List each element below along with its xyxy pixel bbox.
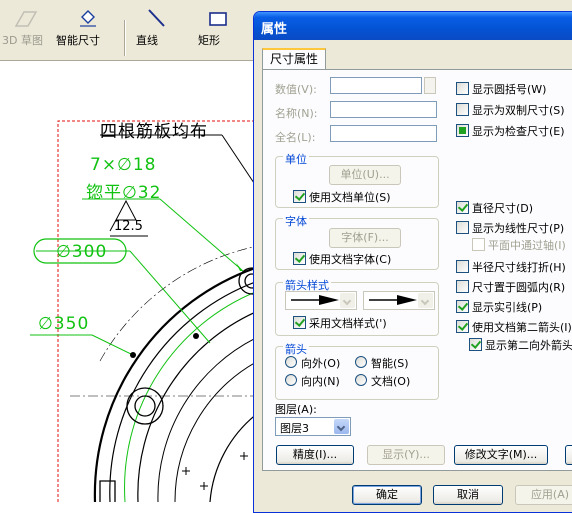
foreshorten-radius-label: 半径尺寸线打折(H) [472,261,566,274]
dialog-title: 属性 [261,22,288,37]
show-second-outside-arrow-checkbox[interactable] [469,338,482,351]
ok-button[interactable]: 确定 [352,485,422,505]
unit-group-title: 单位 [283,151,309,167]
use-doc-second-arrow-label: 使用文档第二箭头(I) [472,321,572,334]
show-parentheses-label: 显示圆括号(W) [472,83,547,96]
note-text[interactable]: 四根筋板均布 [100,117,208,142]
rectangle-icon [198,4,238,32]
line-label: 直线 [136,34,158,47]
show-second-outside-arrow-label: 显示第二向外箭头 [485,339,572,352]
show-inspection-checkbox[interactable] [456,124,469,137]
show-linear-checkbox[interactable] [456,221,469,234]
dimension-inside-arc-checkbox[interactable] [456,280,469,293]
name-input[interactable] [330,101,437,118]
line-icon [136,4,176,32]
display-button[interactable]: 显示(Y)... [367,445,445,465]
through-axis-label: 平面中通过轴(I) [488,239,566,252]
diameter-dimension-checkbox[interactable] [456,201,469,214]
smart-dimension-icon [56,4,118,32]
rectangle-button[interactable]: 矩形 [198,4,238,56]
diameter-dimension-label: 直径尺寸(D) [472,202,534,215]
hole-count-annotation[interactable]: 7×∅18 [90,155,157,175]
roughness-value[interactable]: 12.5 [114,219,143,234]
arrow-smart-radio[interactable] [355,356,367,368]
show-dual-dimension-checkbox[interactable] [456,103,469,116]
arrow-style-select-1[interactable] [285,291,357,310]
show-dual-dimension-label: 显示为双制尺寸(S) [472,104,565,117]
show-parentheses-checkbox[interactable] [456,82,469,95]
show-solid-leader-label: 显示实引线(P) [472,301,543,314]
line-button[interactable]: 直线 [136,4,176,56]
show-inspection-label: 显示为检查尺寸(E) [472,125,565,138]
font-button[interactable]: 字体(F)... [329,228,401,248]
precision-button[interactable]: 精度(I)... [276,445,354,465]
tab-panel: 数值(V): 名称(N): 全名(L): 单位 单位(U)... 使用文档单位(… [262,69,572,471]
arrow-document-radio[interactable] [355,374,367,386]
chevron-down-icon [418,293,433,308]
font-group-title: 字体 [283,213,309,229]
use-doc-font-label: 使用文档字体(C) [309,253,392,266]
cancel-button[interactable]: 取消 [433,485,503,505]
extra-button[interactable] [565,445,572,465]
arrow-outside-label: 向外(O) [301,357,341,370]
arrow-document-label: 文档(O) [371,375,411,388]
3d-sketch-icon [2,4,50,32]
modify-text-button[interactable]: 修改文字(M)... [454,445,548,465]
show-solid-leader-checkbox[interactable] [456,300,469,313]
3d-sketch-label: 3D 草图 [2,34,43,47]
use-doc-units-label: 使用文档单位(S) [309,191,391,204]
diameter-300-dimension[interactable]: ∅300 [56,242,107,262]
diameter-350-dimension[interactable]: ∅350 [38,314,89,334]
drawing-canvas[interactable]: 四根筋板均布 7×∅18 锪平∅32 12.5 ∅300 ∅350 [0,61,260,502]
chevron-down-icon [334,419,349,434]
value-label: 数值(V): [275,83,317,96]
use-doc-units-checkbox[interactable] [293,190,306,203]
apply-button[interactable]: 应用(A) [515,485,572,505]
show-linear-label: 显示为线性尺寸(P) [472,222,565,235]
arrow-inside-radio[interactable] [285,374,297,386]
name-label: 名称(N): [275,107,318,120]
arrow-style-preview-icon [369,295,417,305]
value-spinner[interactable] [424,77,436,94]
toolbar-separator [124,20,126,56]
arrow-outside-radio[interactable] [285,356,297,368]
layer-label: 图层(A): [275,403,317,416]
use-doc-style-label: 采用文档样式(') [309,317,387,330]
rectangle-label: 矩形 [198,34,220,47]
spotface-annotation[interactable]: 锪平∅32 [86,178,161,203]
value-input[interactable] [330,77,422,94]
arrow-style-preview-icon [291,295,339,305]
smart-dimension-button[interactable]: 智能尺寸 [56,4,118,56]
arrow-inside-label: 向内(N) [301,375,340,388]
smart-dimension-label: 智能尺寸 [56,34,100,47]
tab-dimension-properties[interactable]: 尺寸属性 [262,48,326,70]
through-axis-checkbox[interactable] [472,238,485,251]
fullname-label: 全名(L): [275,131,316,144]
fullname-input[interactable] [330,125,437,142]
use-doc-second-arrow-checkbox[interactable] [456,320,469,333]
arrow-style-select-2[interactable] [363,291,435,310]
chevron-down-icon [340,293,355,308]
dimension-inside-arc-label: 尺寸置于圆弧内(R) [472,281,566,294]
use-doc-font-checkbox[interactable] [293,252,306,265]
use-doc-style-checkbox[interactable] [293,316,306,329]
arrow-smart-label: 智能(S) [371,357,409,370]
foreshorten-radius-checkbox[interactable] [456,260,469,273]
layer-value: 图层3 [280,422,309,435]
3d-sketch-button[interactable]: 3D 草图 [2,4,50,56]
dialog-titlebar[interactable]: 属性 [254,12,572,40]
layer-select[interactable]: 图层3 [275,417,351,436]
unit-button[interactable]: 单位(U)... [329,165,401,185]
properties-dialog: 属性 尺寸属性 数值(V): 名称(N): 全名(L): 单位 单位(U)...… [253,11,572,513]
